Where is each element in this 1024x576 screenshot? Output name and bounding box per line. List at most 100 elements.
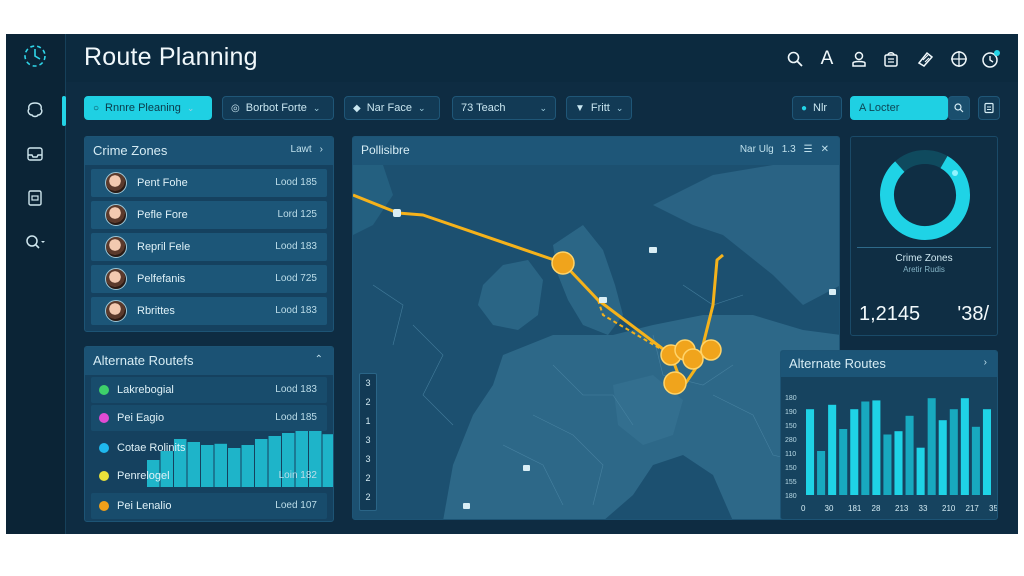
document-icon[interactable] (22, 186, 48, 210)
crime-zones-stat-card: Crime Zones Aretir Rudis 1,2145 '38/ (850, 136, 998, 336)
x-tick-label: 213 (895, 504, 909, 513)
list-item-label: Rbrittes (137, 305, 175, 317)
map-panel: Pollisibre Nar Ulg 1.3 ☰ ✕ 3 2 1 3 3 2 2 (352, 136, 840, 520)
map-pin-icon[interactable] (523, 465, 530, 471)
alternate-routes-chart-header: Alternate Routes › (781, 351, 997, 377)
divider (857, 247, 991, 248)
zoom-level[interactable]: 3 (360, 431, 376, 450)
zoom-level[interactable]: 3 (360, 374, 376, 393)
x-tick-label: 35 (989, 504, 998, 513)
teach-dropdown[interactable]: 73 Teach ⌄ (452, 96, 556, 120)
y-tick-label: 190 (785, 409, 797, 416)
bar (850, 409, 859, 495)
bar (883, 434, 892, 495)
shield-icon: ◆ (353, 102, 361, 114)
zoom-level[interactable]: 2 (360, 393, 376, 412)
filter-button[interactable]: ● Nlr (792, 96, 842, 120)
clock-icon[interactable] (980, 48, 1002, 70)
list-item-value: Loed 107 (275, 500, 317, 511)
bar (872, 400, 881, 495)
list-item[interactable]: Lakrebogial Lood 183 (91, 377, 327, 403)
list-item[interactable]: Penrelogel Loin 182 (91, 463, 327, 489)
export-icon (984, 102, 994, 114)
list-item[interactable]: Pei Eagio Lood 185 (91, 405, 327, 431)
x-tick-label: 210 (942, 504, 956, 513)
donut-sublabel: Aretir Rudis (903, 265, 945, 274)
zoom-level-strip[interactable]: 3 2 1 3 3 2 2 (359, 373, 377, 511)
chevron-right-icon[interactable]: › (320, 144, 323, 155)
x-tick-label: 28 (872, 504, 881, 513)
list-item-label: Pefle Fore (137, 209, 188, 221)
alternate-routes-chart-panel: Alternate Routes › 180 190 150 280 110 150 155… (780, 350, 998, 520)
alternate-routes-list-panel: Alternate Routefs ⌃ Lakrebogial Lood 183… (84, 346, 334, 522)
map-pin-icon[interactable] (829, 289, 836, 295)
compass-icon: ○ (93, 102, 100, 114)
fritt-dropdown[interactable]: ▼ Fritt ⌄ (566, 96, 632, 120)
user-icon[interactable] (848, 48, 870, 70)
map-pin-icon[interactable] (463, 503, 470, 509)
nar-face-dropdown[interactable]: ◆ Nar Face ⌄ (344, 96, 440, 120)
location-search-input[interactable]: A Locter (850, 96, 948, 120)
map-pin-icon[interactable] (649, 247, 657, 253)
avatar (105, 300, 127, 322)
list-item-value: Lood 725 (275, 273, 317, 284)
zoom-level[interactable]: 1 (360, 412, 376, 431)
list-item-label: Pei Eagio (117, 412, 165, 424)
list-item[interactable]: Repril Fele Lood 183 (91, 233, 327, 261)
map-pin-icon[interactable] (393, 209, 401, 217)
list-item-label: Repril Fele (137, 241, 191, 253)
map-canvas[interactable] (353, 165, 840, 520)
map-marker-icon[interactable] (551, 251, 575, 275)
zoom-level[interactable]: 2 (360, 488, 376, 507)
inbox-icon[interactable] (22, 142, 48, 166)
list-item[interactable]: Pei Lenalio Loed 107 (91, 493, 327, 519)
fritt-label: Fritt (590, 102, 610, 114)
avatar (105, 172, 127, 194)
search-submit-button[interactable] (948, 96, 970, 120)
map-marker-icon[interactable] (682, 348, 704, 370)
border-force-dropdown[interactable]: ◎ Borbot Forte ⌄ (222, 96, 334, 120)
tag-icon[interactable] (914, 48, 936, 70)
header: Route Planning A (66, 34, 1018, 82)
brain-icon[interactable] (22, 98, 48, 122)
list-item[interactable]: Pelfefanis Lood 725 (91, 265, 327, 293)
crime-zones-header-value: Lawt (290, 144, 312, 155)
bag-icon[interactable] (880, 48, 902, 70)
list-item-value: Loin 182 (278, 470, 317, 481)
map-pin-icon[interactable] (599, 297, 607, 303)
export-button[interactable] (978, 96, 1000, 120)
avatar (105, 236, 127, 258)
app-window: Route Planning A ○ Rnnre Pleaning ⌄ ◎ Bo… (6, 34, 1018, 534)
crime-zones-panel: Crime Zones Lawt › Pent Fohe Lood 185 Pe… (84, 136, 334, 332)
list-item-value: Lood 183 (275, 384, 317, 395)
list-item[interactable]: Rbrittes Lood 183 (91, 297, 327, 325)
close-icon[interactable]: ✕ (821, 144, 829, 155)
status-dot (99, 443, 109, 453)
route-planning-dropdown[interactable]: ○ Rnnre Pleaning ⌄ (84, 96, 212, 120)
map-title: Pollisibre (361, 143, 410, 157)
bar (861, 401, 870, 495)
map-marker-icon[interactable] (663, 371, 687, 395)
list-item[interactable]: Pefle Fore Lord 125 (91, 201, 327, 229)
app-logo-icon[interactable] (22, 44, 48, 68)
y-tick-label: 180 (785, 493, 797, 500)
font-icon[interactable]: A (816, 48, 838, 70)
zoom-level[interactable]: 2 (360, 469, 376, 488)
menu-icon[interactable]: ☰ (804, 144, 813, 155)
list-item-value: Lood 185 (275, 177, 317, 188)
bar (894, 431, 903, 495)
list-item[interactable]: Cotae Rolinits (91, 435, 327, 461)
search-icon[interactable] (784, 48, 806, 70)
bar (960, 398, 969, 495)
list-item[interactable]: Pent Fohe Lood 185 (91, 169, 327, 197)
chevron-down-icon: ⌄ (312, 102, 321, 113)
search-icon[interactable] (22, 230, 48, 254)
alternate-routes-bar-chart: 180 190 150 280 110 150 155 180 0 30 181 28 213 33 210… (785, 395, 998, 513)
target-icon[interactable] (948, 48, 970, 70)
map-marker-icon[interactable] (700, 339, 722, 361)
chevron-right-icon[interactable]: › (984, 357, 987, 368)
x-tick-label: 181 (848, 504, 862, 513)
chevron-down-icon: ⌄ (417, 102, 426, 113)
chevron-up-icon[interactable]: ⌃ (315, 354, 323, 365)
zoom-level[interactable]: 3 (360, 450, 376, 469)
